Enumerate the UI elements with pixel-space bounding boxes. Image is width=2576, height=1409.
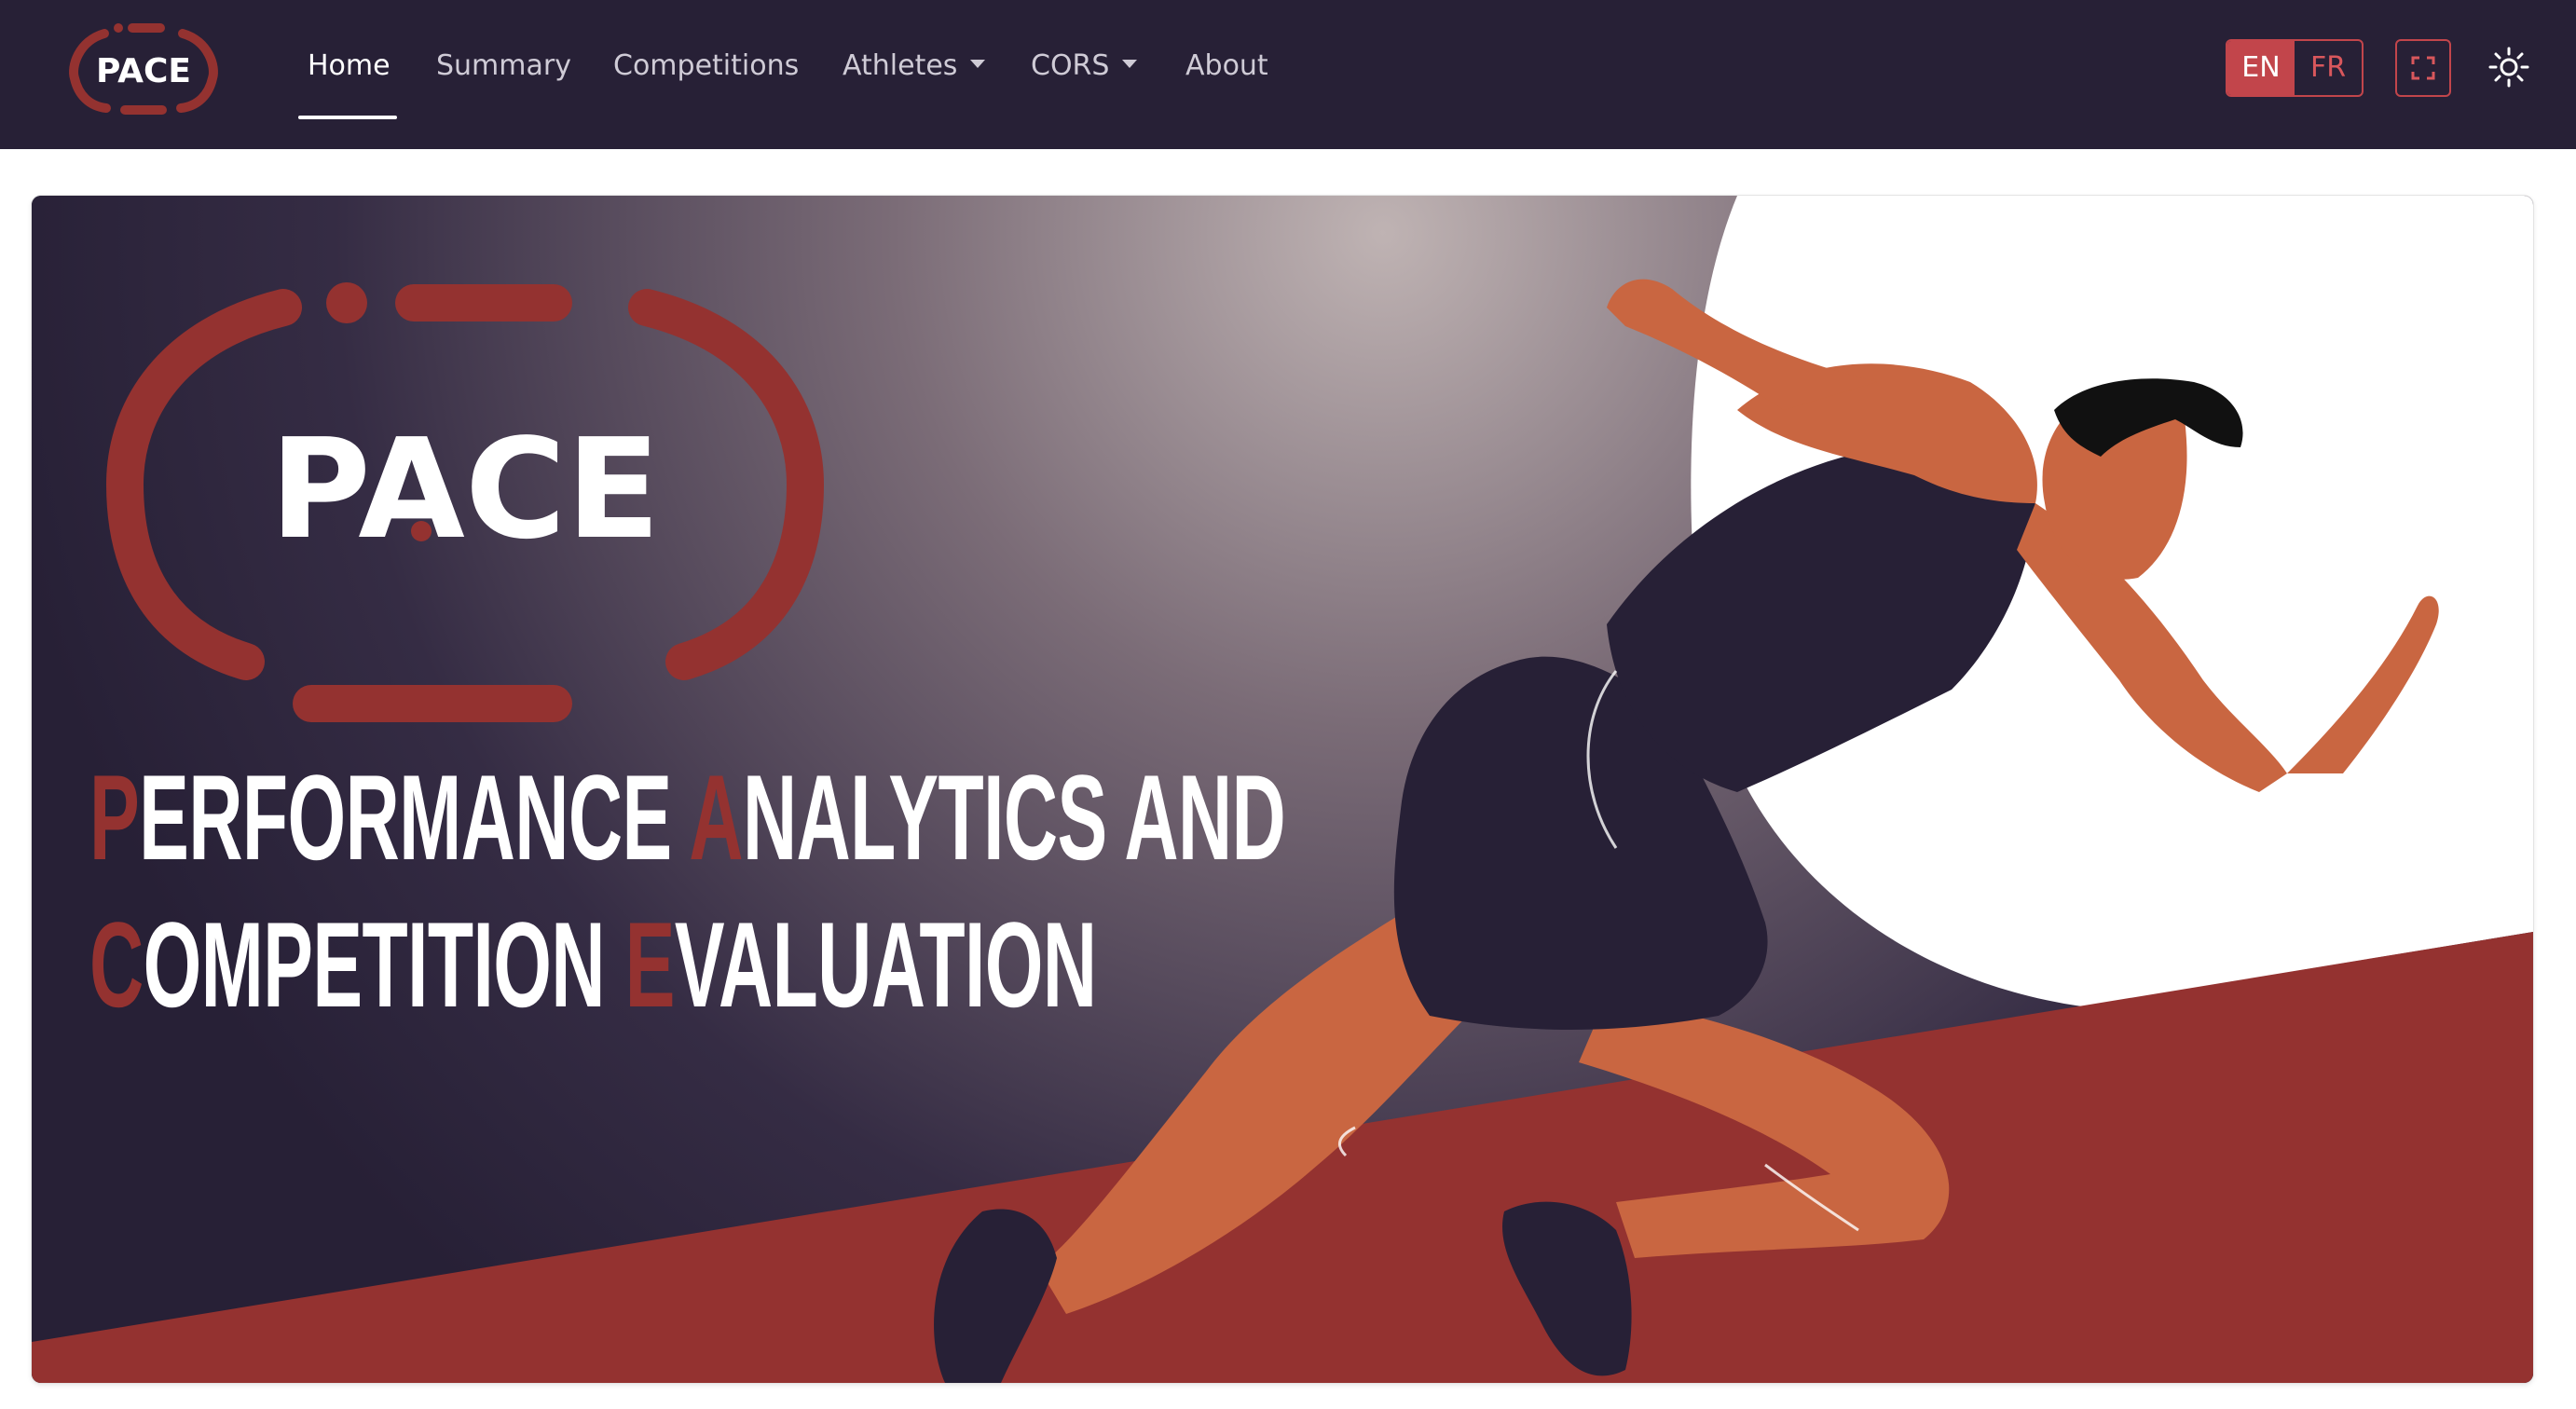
hero-word: NALYTICS AND [742,749,1286,885]
chevron-down-icon [1122,60,1138,68]
hero-initial: P [89,749,140,885]
hero-word: VALUATION [674,896,1097,1033]
hero-initial: A [689,749,743,885]
hero-initial: E [624,896,676,1033]
nav-about[interactable]: About [1185,47,1268,86]
sun-icon [2488,47,2529,88]
nav-cors-label: CORS [1031,49,1110,82]
brand-logo-text: PACE [96,52,191,90]
hero-logo-text: PACE [269,409,660,569]
hero-word: OMPETITION [143,896,625,1033]
nav-competitions[interactable]: Competitions [613,47,799,86]
brand-logo[interactable]: PACE [67,21,220,119]
nav-active-indicator [298,116,397,119]
nav-cors-dropdown[interactable]: CORS [1031,47,1138,86]
hero-initial: C [89,896,144,1033]
nav-athletes-label: Athletes [843,49,958,82]
theme-toggle-button[interactable] [2483,41,2535,93]
chevron-down-icon [970,60,986,68]
hero-title-line-1: PERFORMANCE ANALYTICS AND [89,757,1286,878]
nav-home[interactable]: Home [308,47,391,86]
hero-title-line-2: COMPETITION EVALUATION [89,904,1097,1025]
fullscreen-button[interactable] [2395,39,2451,97]
nav-summary[interactable]: Summary [436,47,571,86]
hero-word: ERFORMANCE [139,749,690,885]
language-switcher: EN FR [2226,39,2364,97]
lang-en-button[interactable]: EN [2227,41,2295,95]
fullscreen-icon [2411,56,2435,80]
lang-fr-button[interactable]: FR [2295,41,2362,95]
hero-banner: PACE PERFORMANCE ANALYTICS AND COMPETITI… [32,196,2533,1383]
top-navbar: PACE Home Summary Competitions Athletes … [0,0,2576,149]
nav-athletes-dropdown[interactable]: Athletes [843,47,986,86]
